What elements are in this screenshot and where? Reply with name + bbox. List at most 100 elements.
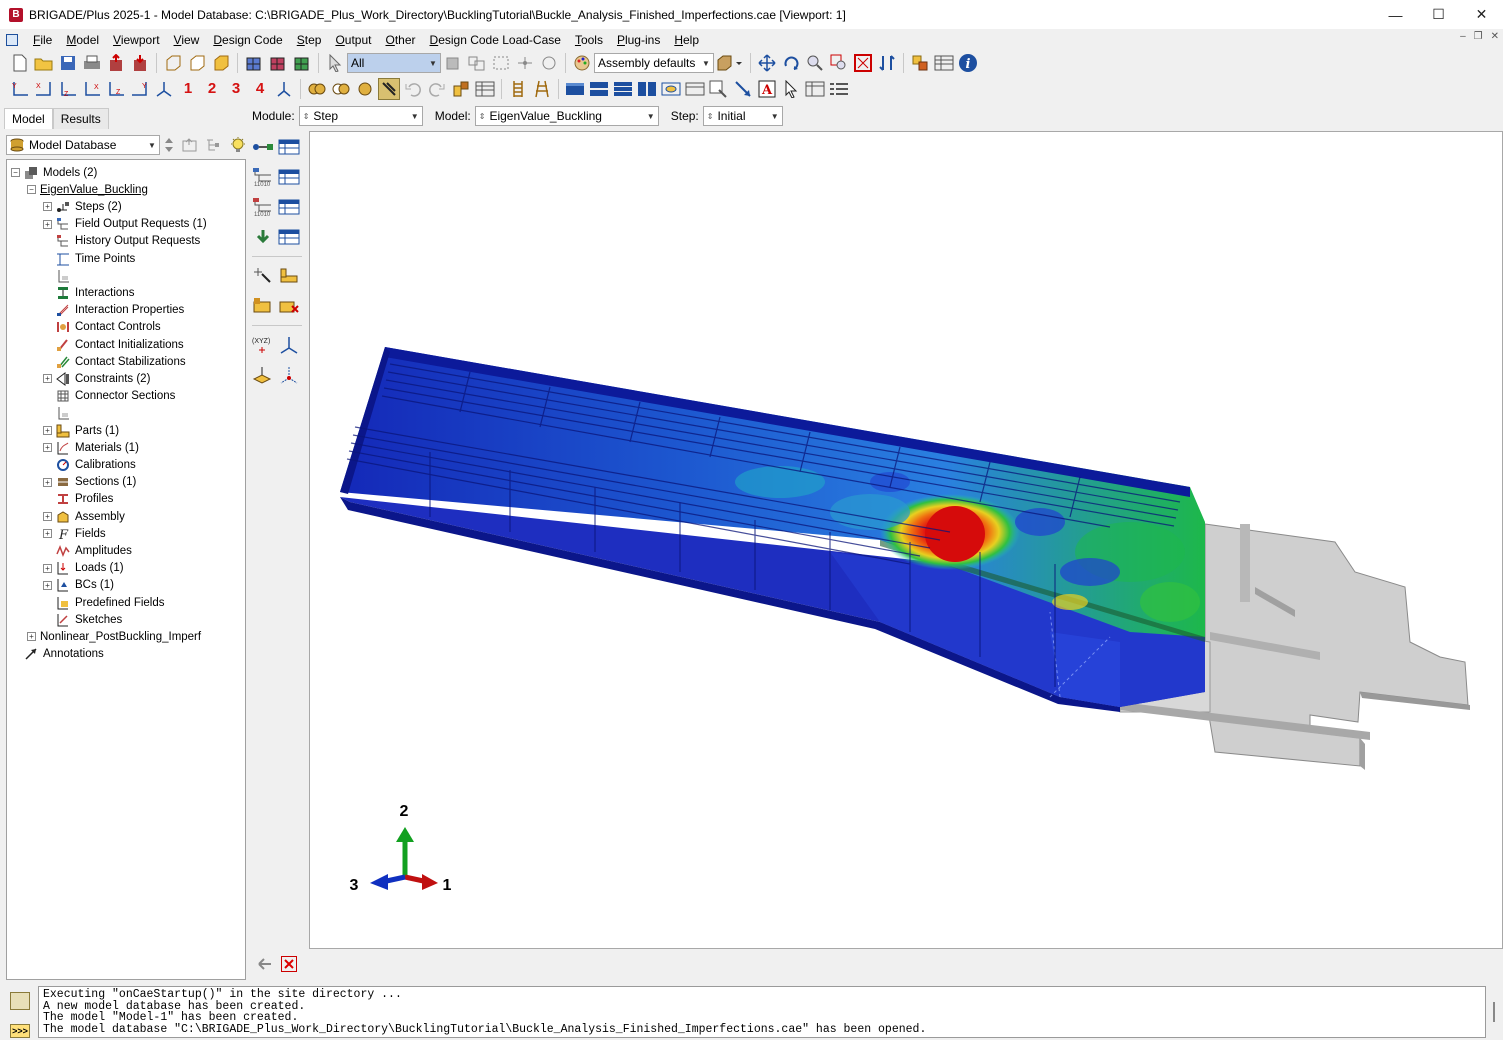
layout-2-icon[interactable] bbox=[588, 78, 610, 100]
tree-item[interactable]: Interaction Properties bbox=[43, 302, 184, 319]
tab-model[interactable]: Model bbox=[4, 108, 53, 129]
lightbulb-icon[interactable] bbox=[227, 134, 249, 156]
mesh-green-cube-icon[interactable] bbox=[291, 52, 313, 74]
adaptive-mesh-manager-icon[interactable] bbox=[278, 226, 300, 248]
tree-item[interactable]: Contact Initializations bbox=[43, 336, 184, 353]
tree-item[interactable]: + Parts (1) bbox=[43, 422, 119, 439]
expand-icon[interactable]: + bbox=[43, 580, 52, 590]
step-select[interactable]: ⇕ Initial ▼ bbox=[702, 106, 783, 126]
tree-item[interactable]: Amplitudes bbox=[43, 542, 132, 559]
pick-arrow-icon[interactable] bbox=[780, 78, 802, 100]
tree-item[interactable]: Time Points bbox=[43, 250, 135, 267]
tab-results[interactable]: Results bbox=[52, 108, 109, 129]
tree-item[interactable]: + Nonlinear_PostBuckling_Imperf bbox=[27, 628, 201, 645]
query-select-icon[interactable] bbox=[252, 265, 274, 287]
select-circle-icon[interactable] bbox=[538, 52, 560, 74]
menu-file[interactable]: File bbox=[26, 33, 59, 47]
cancel-icon[interactable] bbox=[281, 956, 297, 972]
select-nodes-icon[interactable] bbox=[514, 52, 536, 74]
mdi-close-icon[interactable]: ✕ bbox=[1491, 31, 1499, 42]
datum-axis-icon[interactable] bbox=[278, 364, 300, 386]
menu-plug-ins[interactable]: Plug-ins bbox=[610, 33, 667, 47]
menu-step[interactable]: Step bbox=[290, 33, 329, 47]
create-display-group-icon[interactable] bbox=[909, 52, 931, 74]
tree-item[interactable]: + BCs (1) bbox=[43, 577, 114, 594]
expand-icon[interactable]: + bbox=[43, 219, 52, 229]
tree-item[interactable]: + Assembly bbox=[43, 508, 125, 525]
redo-icon[interactable] bbox=[426, 78, 448, 100]
tree-item[interactable]: + Constraints (2) bbox=[43, 370, 150, 387]
view-back-icon[interactable]: X bbox=[33, 78, 55, 100]
print-icon[interactable] bbox=[81, 52, 103, 74]
adaptive-mesh-icon[interactable] bbox=[252, 226, 274, 248]
menu-viewport[interactable]: Viewport bbox=[106, 33, 166, 47]
menu-help[interactable]: Help bbox=[667, 33, 706, 47]
selection-filter-select[interactable]: All ▼ bbox=[347, 53, 441, 73]
layout-6-icon[interactable] bbox=[684, 78, 706, 100]
tree-item[interactable]: − Models (2) bbox=[11, 164, 97, 181]
tree-item[interactable]: Interactions bbox=[43, 284, 134, 301]
part-delete-icon[interactable] bbox=[278, 295, 300, 317]
rotate-icon[interactable] bbox=[780, 52, 802, 74]
query-tool-icon[interactable] bbox=[378, 78, 400, 100]
expand-icon[interactable]: + bbox=[43, 477, 52, 487]
arrow-annotation-icon[interactable] bbox=[732, 78, 754, 100]
menu-tools[interactable]: Tools bbox=[568, 33, 610, 47]
view-left-icon[interactable]: Z bbox=[105, 78, 127, 100]
close-button[interactable]: ✕ bbox=[1460, 0, 1503, 29]
info-icon[interactable]: i bbox=[957, 52, 979, 74]
hidden-line-cube-icon[interactable] bbox=[186, 52, 208, 74]
message-scrollbar[interactable] bbox=[1489, 1002, 1499, 1024]
annotation-table-icon[interactable] bbox=[804, 78, 826, 100]
datum-csys-icon[interactable] bbox=[278, 334, 300, 356]
view-cube-dropdown-icon[interactable] bbox=[715, 52, 745, 74]
tree-parent-icon[interactable] bbox=[179, 134, 201, 156]
view-1-button[interactable]: 1 bbox=[177, 78, 199, 100]
pan-icon[interactable] bbox=[756, 52, 778, 74]
tree-item[interactable]: History Output Requests bbox=[43, 233, 200, 250]
wireframe-cube-icon[interactable] bbox=[162, 52, 184, 74]
part-copy-icon[interactable] bbox=[252, 295, 274, 317]
create-step-icon[interactable] bbox=[252, 136, 274, 158]
tree-item[interactable] bbox=[43, 405, 75, 422]
step-manager-icon[interactable] bbox=[278, 136, 300, 158]
box-select-icon[interactable] bbox=[490, 52, 512, 74]
zoom-annotation-icon[interactable] bbox=[708, 78, 730, 100]
color-palette-icon[interactable] bbox=[571, 52, 593, 74]
collapse-icon[interactable]: − bbox=[11, 168, 20, 177]
legend-icon[interactable] bbox=[828, 78, 850, 100]
model-database-select[interactable]: Model Database ▼ bbox=[6, 135, 160, 155]
view-axes-icon[interactable] bbox=[273, 78, 295, 100]
tree-item[interactable]: Sketches bbox=[43, 611, 122, 628]
cycle-views-icon[interactable] bbox=[876, 52, 898, 74]
open-folder-icon[interactable] bbox=[33, 52, 55, 74]
menu-output[interactable]: Output bbox=[328, 33, 378, 47]
menu-model[interactable]: Model bbox=[59, 33, 106, 47]
tree-up-down-icon[interactable] bbox=[161, 134, 177, 156]
zoom-icon[interactable] bbox=[804, 52, 826, 74]
tree-item[interactable]: + Loads (1) bbox=[43, 560, 124, 577]
expand-icon[interactable]: + bbox=[43, 426, 52, 435]
tower-icon[interactable] bbox=[531, 78, 553, 100]
table-icon[interactable] bbox=[474, 78, 496, 100]
tree-item[interactable]: + Materials (1) bbox=[43, 439, 139, 456]
expand-icon[interactable]: + bbox=[27, 632, 36, 642]
view-4-button[interactable]: 4 bbox=[249, 78, 271, 100]
viewport-canvas[interactable]: 2 1 3 bbox=[309, 131, 1503, 949]
expand-icon[interactable]: + bbox=[43, 443, 52, 453]
back-arrow-icon[interactable] bbox=[253, 953, 275, 975]
view-bottom-icon[interactable]: X bbox=[81, 78, 103, 100]
tree-item[interactable]: Contact Controls bbox=[43, 319, 161, 336]
expand-icon[interactable]: + bbox=[43, 202, 52, 212]
tree-filter-icon[interactable] bbox=[203, 134, 225, 156]
tree-item[interactable]: + F Fields bbox=[43, 525, 106, 542]
layout-3-icon[interactable] bbox=[612, 78, 634, 100]
select-entity-icon[interactable] bbox=[442, 52, 464, 74]
view-right-icon[interactable]: Y bbox=[129, 78, 151, 100]
document-menu-icon[interactable] bbox=[6, 33, 18, 46]
expand-icon[interactable]: + bbox=[43, 563, 52, 573]
tree-item[interactable]: Calibrations bbox=[43, 456, 136, 473]
tree-item[interactable]: Predefined Fields bbox=[43, 594, 165, 611]
query-cut-icon[interactable] bbox=[306, 78, 328, 100]
tree-item[interactable]: − EigenValue_Buckling bbox=[27, 181, 148, 198]
